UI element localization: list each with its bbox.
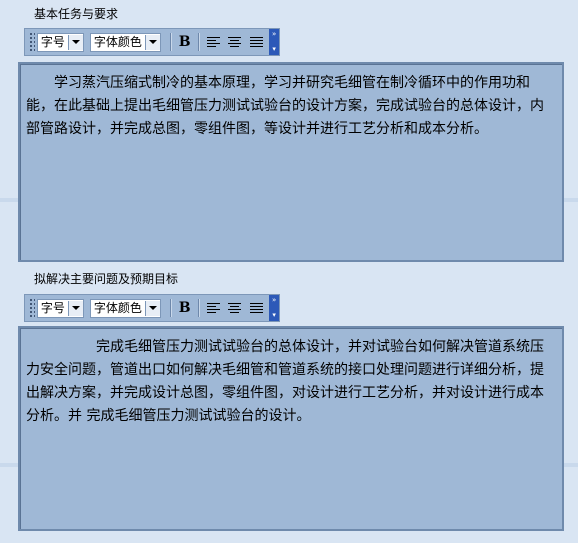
align-justify-icon <box>249 36 263 48</box>
toolbar-expand-button[interactable]: » ▾ <box>269 295 280 321</box>
rich-text-editor[interactable]: 学习蒸汽压缩式制冷的基本原理，学习并研究毛细管在制冷循环中的作用功和能，在此基础… <box>18 62 564 262</box>
chevron-down-icon: ▾ <box>272 311 276 319</box>
align-justify-icon <box>249 302 263 314</box>
align-center-icon <box>228 36 242 48</box>
editor-toolbar: 字号 字体颜色 B » ▾ <box>24 28 280 56</box>
font-color-label: 字体颜色 <box>93 34 142 49</box>
rich-text-editor[interactable]: 完成毛细管压力测试试验台的总体设计，并对试验台如何解决管道系统压力安全问题，管道… <box>18 326 564 531</box>
align-left-icon <box>206 36 220 48</box>
double-chevron-icon: » <box>271 30 277 38</box>
toolbar-expand-button[interactable]: » ▾ <box>269 29 280 55</box>
align-justify-button[interactable] <box>247 298 267 318</box>
align-center-icon <box>228 302 242 314</box>
toolbar-divider <box>169 299 171 317</box>
grip-dots-icon[interactable] <box>28 298 35 318</box>
font-color-select[interactable]: 字体颜色 <box>89 298 161 318</box>
toolbar-divider <box>198 299 200 317</box>
chevron-down-icon[interactable] <box>144 300 160 316</box>
toolbar-divider <box>169 33 171 51</box>
toolbar-divider <box>198 33 200 51</box>
chevron-down-icon[interactable] <box>67 300 83 316</box>
font-size-select[interactable]: 字号 <box>36 32 84 52</box>
font-size-label: 字号 <box>40 34 65 49</box>
editor-content[interactable]: 学习蒸汽压缩式制冷的基本原理，学习并研究毛细管在制冷循环中的作用功和能，在此基础… <box>20 64 562 141</box>
chevron-down-icon: ▾ <box>272 45 276 53</box>
align-center-button[interactable] <box>225 32 245 52</box>
double-chevron-icon: » <box>271 296 277 304</box>
section-title: 基本任务与要求 <box>34 7 119 21</box>
align-center-button[interactable] <box>225 298 245 318</box>
bold-button[interactable]: B <box>175 298 195 318</box>
chevron-down-icon[interactable] <box>67 34 83 50</box>
chevron-down-icon[interactable] <box>144 34 160 50</box>
align-left-button[interactable] <box>203 298 223 318</box>
align-justify-button[interactable] <box>247 32 267 52</box>
font-size-select[interactable]: 字号 <box>36 298 84 318</box>
bold-button[interactable]: B <box>175 32 195 52</box>
editor-toolbar: 字号 字体颜色 B » ▾ <box>24 294 280 322</box>
font-color-label: 字体颜色 <box>93 300 142 315</box>
font-size-label: 字号 <box>40 300 65 315</box>
align-left-button[interactable] <box>203 32 223 52</box>
editor-content[interactable]: 完成毛细管压力测试试验台的总体设计，并对试验台如何解决管道系统压力安全问题，管道… <box>20 328 562 428</box>
font-color-select[interactable]: 字体颜色 <box>89 32 161 52</box>
section-key-issues: 拟解决主要问题及预期目标 字号 字体颜色 B » ▾ 完成毛细管压力测试试验台的… <box>10 270 566 535</box>
section-title: 拟解决主要问题及预期目标 <box>34 272 179 286</box>
section-basic-tasks: 基本任务与要求 字号 字体颜色 B » ▾ 学习蒸汽压缩式制冷的基本原理，学习并… <box>10 0 566 270</box>
grip-dots-icon[interactable] <box>28 32 35 52</box>
align-left-icon <box>206 302 220 314</box>
